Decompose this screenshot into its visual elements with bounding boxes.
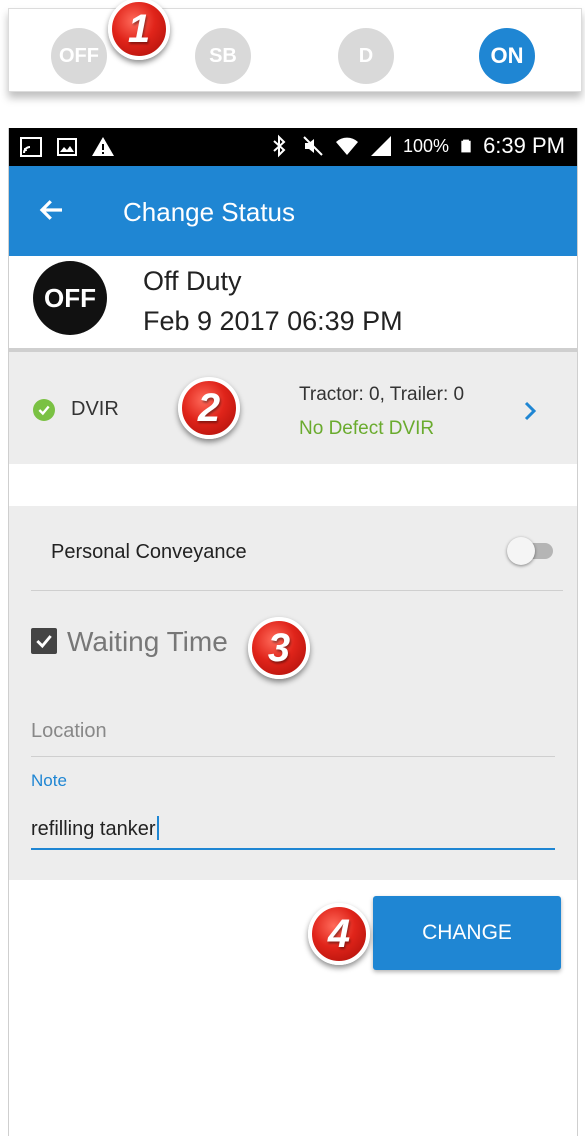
screen-mirror-icon — [20, 137, 42, 157]
callout-badge-1: 1 — [108, 0, 170, 60]
waiting-time-label[interactable]: Waiting Time — [67, 626, 228, 658]
status-option-sb[interactable]: SB — [195, 28, 251, 84]
android-status-bar: 100% 6:39 PM — [9, 128, 577, 166]
location-input[interactable]: Location — [31, 720, 107, 743]
status-option-off[interactable]: OFF — [51, 28, 107, 84]
image-icon — [57, 138, 77, 156]
mute-icon — [303, 136, 323, 156]
dvir-result: No Defect DVIR — [299, 418, 435, 439]
app-toolbar: Change Status — [9, 166, 577, 256]
note-value: refilling tanker — [31, 818, 156, 840]
battery-percent: 100% — [403, 135, 450, 156]
clock-time: 6:39 PM — [483, 133, 565, 158]
current-status-name: Off Duty — [143, 266, 242, 296]
toggle-thumb[interactable] — [507, 537, 535, 565]
warning-icon — [92, 137, 114, 156]
battery-icon — [461, 139, 471, 153]
dvir-label: DVIR — [71, 398, 119, 420]
status-option-on[interactable]: ON — [479, 28, 535, 84]
spacer — [9, 464, 577, 506]
status-option-d[interactable]: D — [338, 28, 394, 84]
waiting-time-checkbox[interactable] — [31, 628, 57, 654]
text-cursor — [156, 816, 159, 840]
note-underline — [31, 848, 555, 850]
personal-conveyance-label: Personal Conveyance — [51, 541, 247, 563]
arrow-left-icon[interactable] — [37, 195, 67, 225]
chevron-right-icon[interactable] — [521, 400, 539, 422]
wifi-icon — [336, 137, 359, 155]
change-button[interactable]: CHANGE — [373, 896, 561, 970]
dvir-counts: Tractor: 0, Trailer: 0 — [299, 384, 465, 405]
callout-badge-2: 2 — [178, 377, 240, 439]
note-input[interactable]: refilling tanker — [31, 816, 159, 841]
callout-badge-3: 3 — [248, 617, 310, 679]
current-status-badge: OFF — [33, 261, 107, 335]
callout-badge-4: 4 — [308, 903, 370, 965]
duty-status-selector: OFF SB D ON — [8, 8, 582, 92]
check-circle-icon — [33, 399, 55, 421]
location-underline — [31, 756, 555, 757]
note-label: Note — [31, 771, 67, 790]
current-status-timestamp: Feb 9 2017 06:39 PM — [143, 306, 403, 336]
roaming-signal-icon — [371, 136, 392, 156]
divider — [31, 590, 563, 591]
bluetooth-icon — [273, 134, 286, 158]
page-title: Change Status — [123, 197, 296, 227]
